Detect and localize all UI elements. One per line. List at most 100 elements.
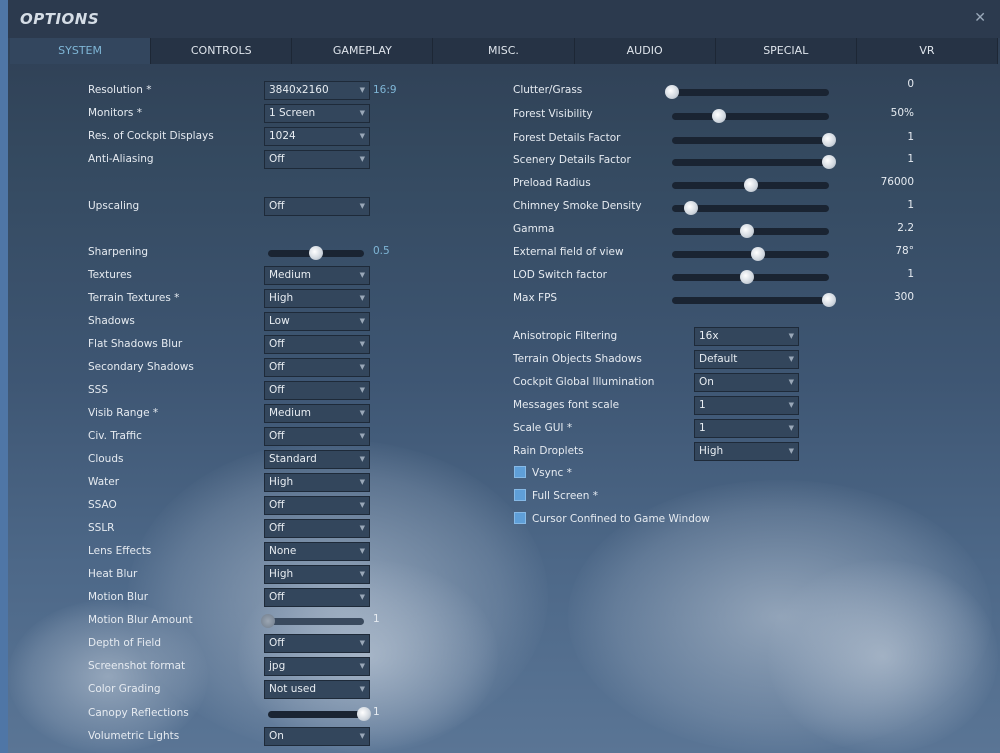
dropdown-value: Off	[269, 430, 285, 442]
scenery-details-factor-slider[interactable]	[672, 155, 836, 169]
chevron-down-icon: ▼	[359, 432, 365, 440]
sslr-dropdown[interactable]: Off ▼	[264, 519, 370, 538]
dropdown-value: Off	[269, 361, 285, 373]
sss-dropdown[interactable]: Off ▼	[264, 381, 370, 400]
chevron-down-icon: ▼	[359, 109, 365, 117]
water-dropdown[interactable]: High ▼	[264, 473, 370, 492]
chevron-down-icon: ▼	[359, 317, 365, 325]
dropdown-value: Off	[269, 384, 285, 396]
depth-of-field-dropdown[interactable]: Off ▼	[264, 634, 370, 653]
scale-gui-dropdown[interactable]: 1 ▼	[694, 419, 799, 438]
external-field-of-view-slider[interactable]	[672, 247, 829, 261]
cursor-confined-to-game-window-checkbox[interactable]	[514, 512, 526, 524]
chevron-down-icon: ▼	[359, 547, 365, 555]
color-grading-dropdown[interactable]: Not used ▼	[264, 680, 370, 699]
slider-thumb[interactable]	[712, 109, 727, 123]
tab-system[interactable]: SYSTEM	[10, 38, 152, 64]
setting-label: Rain Droplets	[513, 445, 584, 457]
dropdown-value: 16x	[699, 330, 719, 342]
dropdown-value: 1 Screen	[269, 107, 316, 119]
slider-thumb[interactable]	[751, 247, 766, 261]
slider-thumb[interactable]	[357, 707, 371, 721]
max-fps-slider[interactable]	[672, 293, 836, 307]
setting-label: SSAO	[88, 499, 117, 511]
setting-label: Screenshot format	[88, 660, 186, 672]
setting-label: Depth of Field	[88, 637, 162, 649]
visib-range-dropdown[interactable]: Medium ▼	[264, 404, 370, 423]
canopy-reflections-value: 1	[373, 706, 380, 718]
slider-thumb[interactable]	[822, 155, 836, 169]
motion-blur-dropdown[interactable]: Off ▼	[264, 588, 370, 607]
tab-misc[interactable]: MISC.	[433, 38, 575, 64]
lens-effects-dropdown[interactable]: None ▼	[264, 542, 370, 561]
chevron-down-icon: ▼	[788, 424, 794, 432]
resolution-dropdown[interactable]: 3840x2160 ▼	[264, 81, 370, 100]
gamma-slider[interactable]	[672, 224, 829, 238]
textures-dropdown[interactable]: Medium ▼	[264, 266, 370, 285]
lod-switch-factor-slider[interactable]	[672, 270, 829, 284]
terrain-objects-shadows-dropdown[interactable]: Default ▼	[694, 350, 799, 369]
anti-aliasing-dropdown[interactable]: Off ▼	[264, 150, 370, 169]
dropdown-value: Medium	[269, 407, 311, 419]
flat-shadows-blur-dropdown[interactable]: Off ▼	[264, 335, 370, 354]
slider-thumb[interactable]	[683, 201, 698, 215]
preload-radius-slider[interactable]	[672, 178, 829, 192]
motion-blur-amount-value: 1	[373, 613, 380, 625]
secondary-shadows-dropdown[interactable]: Off ▼	[264, 358, 370, 377]
tab-audio[interactable]: AUDIO	[575, 38, 716, 64]
forest-visibility-slider[interactable]	[672, 109, 829, 123]
close-icon[interactable]: ✕	[974, 10, 986, 26]
chimney-smoke-density-value: 1	[907, 199, 914, 211]
setting-label: Preload Radius	[513, 177, 591, 189]
vsync-checkbox[interactable]	[514, 466, 526, 478]
setting-label: Heat Blur	[88, 568, 138, 580]
sharpening-slider[interactable]	[268, 246, 364, 260]
dropdown-value: jpg	[269, 660, 286, 672]
clutter-grass-slider[interactable]	[665, 85, 829, 99]
upscaling-dropdown[interactable]: Off ▼	[264, 197, 370, 216]
chevron-down-icon: ▼	[359, 732, 365, 740]
setting-label: Anisotropic Filtering	[513, 330, 618, 342]
chevron-down-icon: ▼	[359, 409, 365, 417]
chevron-down-icon: ▼	[359, 685, 365, 693]
res-of-cockpit-displays-dropdown[interactable]: 1024 ▼	[264, 127, 370, 146]
forest-details-factor-slider[interactable]	[672, 133, 836, 147]
tab-special[interactable]: SPECIAL	[716, 38, 857, 64]
title-bar: OPTIONS ✕	[8, 0, 1000, 38]
slider-thumb[interactable]	[665, 85, 679, 99]
ssao-dropdown[interactable]: Off ▼	[264, 496, 370, 515]
slider-thumb[interactable]	[743, 178, 758, 192]
slider-thumb	[261, 614, 275, 628]
chevron-down-icon: ▼	[359, 478, 365, 486]
setting-label: Terrain Objects Shadows	[513, 353, 642, 365]
civ-traffic-dropdown[interactable]: Off ▼	[264, 427, 370, 446]
clouds-dropdown[interactable]: Standard ▼	[264, 450, 370, 469]
slider-thumb[interactable]	[822, 133, 836, 147]
dropdown-value: 1024	[269, 130, 296, 142]
slider-thumb[interactable]	[309, 246, 323, 260]
full-screen-checkbox[interactable]	[514, 489, 526, 501]
heat-blur-dropdown[interactable]: High ▼	[264, 565, 370, 584]
slider-thumb[interactable]	[740, 270, 755, 284]
cockpit-global-illumination-dropdown[interactable]: On ▼	[694, 373, 799, 392]
anisotropic-filtering-dropdown[interactable]: 16x ▼	[694, 327, 799, 346]
canopy-reflections-slider[interactable]	[268, 707, 371, 721]
setting-label: Anti-Aliasing	[88, 153, 154, 165]
messages-font-scale-dropdown[interactable]: 1 ▼	[694, 396, 799, 415]
slider-thumb[interactable]	[740, 224, 755, 238]
chimney-smoke-density-slider[interactable]	[672, 201, 829, 215]
rain-droplets-dropdown[interactable]: High ▼	[694, 442, 799, 461]
monitors-dropdown[interactable]: 1 Screen ▼	[264, 104, 370, 123]
terrain-textures-dropdown[interactable]: High ▼	[264, 289, 370, 308]
tab-gameplay[interactable]: GAMEPLAY	[292, 38, 434, 64]
shadows-dropdown[interactable]: Low ▼	[264, 312, 370, 331]
tab-controls[interactable]: CONTROLS	[151, 38, 293, 64]
setting-label: Gamma	[513, 223, 555, 235]
cloud	[768, 560, 998, 753]
setting-label: Res. of Cockpit Displays	[88, 130, 214, 142]
setting-label: Forest Visibility	[513, 108, 593, 120]
tab-vr[interactable]: VR	[857, 38, 998, 64]
slider-thumb[interactable]	[822, 293, 836, 307]
screenshot-format-dropdown[interactable]: jpg ▼	[264, 657, 370, 676]
volumetric-lights-dropdown[interactable]: On ▼	[264, 727, 370, 746]
